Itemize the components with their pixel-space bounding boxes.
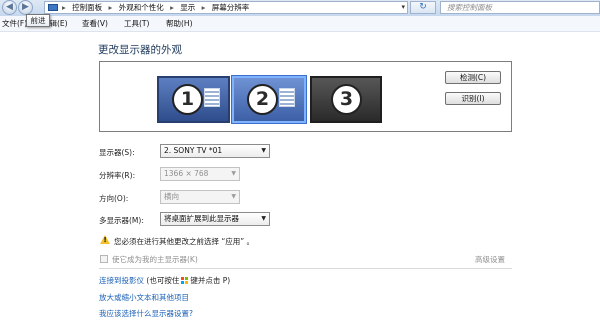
forward-button[interactable]: ▶ (18, 0, 33, 15)
resolution-select: 1366 × 768 ▼ (160, 167, 240, 181)
forward-arrow-icon: ▶ (22, 2, 29, 12)
page-title: 更改显示器的外观 (98, 44, 182, 56)
breadcrumb-separator-icon: ▸ (108, 3, 113, 12)
main-display-label: 使它成为我的主显示器(K) (112, 255, 198, 264)
resolution-value: 1366 × 768 (164, 169, 209, 178)
breadcrumb-separator-icon: ▸ (170, 3, 174, 12)
monitor-number: 1 (172, 84, 203, 115)
monitor-icon (279, 88, 295, 107)
orientation-value: 横向 (164, 192, 179, 201)
breadcrumb-appearance[interactable]: 外观和个性化 (119, 3, 164, 12)
projector-hint-after: 键并点击 P) (190, 276, 231, 285)
refresh-button[interactable]: ↻ (410, 1, 436, 14)
forward-tooltip: 前进 (26, 14, 50, 27)
display-value: 2. SONY TV *01 (164, 146, 223, 155)
dropdown-arrow-icon: ▼ (261, 215, 266, 222)
menu-help[interactable]: 帮助(H) (166, 18, 193, 29)
projector-link-row: 连接到投影仪 (也可按住 键并点击 P) (99, 275, 230, 286)
menu-file[interactable]: 文件(F) (2, 18, 27, 29)
back-arrow-icon: ◀ (6, 2, 13, 12)
identify-button[interactable]: 识别(I) (445, 92, 501, 105)
windows-key-icon (181, 277, 189, 284)
breadcrumb-screen-resolution[interactable]: 屏幕分辨率 (212, 3, 250, 12)
breadcrumb-display[interactable]: 显示 (180, 3, 195, 12)
search-input[interactable]: 搜索控制面板 (440, 1, 600, 14)
control-panel-icon (48, 4, 58, 11)
orientation-select: 横向 ▼ (160, 190, 240, 204)
monitor-2[interactable]: 2 (232, 76, 306, 123)
chevron-down-icon[interactable]: ▾ (401, 2, 405, 13)
connect-projector-link[interactable]: 连接到投影仪 (99, 276, 144, 285)
address-field[interactable]: ▸ 控制面板 ▸ 外观和个性化 ▸ 显示 ▸ 屏幕分辨率 ▾ (44, 1, 408, 14)
display-settings-help-link[interactable]: 我应该选择什么显示器设置? (99, 308, 193, 319)
menu-tools[interactable]: 工具(T) (124, 18, 149, 29)
projector-hint-before: (也可按住 (146, 276, 180, 285)
display-select[interactable]: 2. SONY TV *01 ▼ (160, 144, 270, 158)
breadcrumb: ▸ 控制面板 ▸ 外观和个性化 ▸ 显示 ▸ 屏幕分辨率 (62, 2, 253, 13)
dropdown-arrow-icon: ▼ (231, 193, 236, 200)
menu-view[interactable]: 查看(V) (82, 18, 108, 29)
address-bar: ◀ ▶ ▸ 控制面板 ▸ 外观和个性化 ▸ 显示 ▸ 屏幕分辨率 ▾ ↻ 搜索控… (0, 0, 600, 17)
multiple-displays-label: 多显示器(M): (99, 216, 144, 225)
dropdown-arrow-icon: ▼ (261, 147, 266, 154)
refresh-icon: ↻ (419, 2, 427, 12)
text-size-link[interactable]: 放大或缩小文本和其他项目 (99, 292, 189, 303)
orientation-label: 方向(O): (99, 194, 129, 203)
monitor-icon (204, 88, 220, 107)
monitor-3[interactable]: 3 (310, 76, 382, 123)
divider (99, 268, 512, 269)
main-display-checkbox (100, 255, 108, 263)
menu-bar: 文件(F) 编辑(E) 查看(V) 工具(T) 帮助(H) (0, 16, 600, 32)
display-label: 显示器(S): (99, 148, 135, 157)
dropdown-arrow-icon: ▼ (231, 170, 236, 177)
resolution-label: 分辨率(R): (99, 171, 136, 180)
multiple-displays-select[interactable]: 将桌面扩展到此显示器 ▼ (160, 212, 270, 226)
breadcrumb-separator-icon: ▸ (62, 3, 66, 12)
monitor-number: 3 (331, 84, 362, 115)
breadcrumb-control-panel[interactable]: 控制面板 (72, 3, 102, 12)
monitor-number: 2 (247, 84, 278, 115)
multiple-displays-value: 将桌面扩展到此显示器 (164, 214, 239, 223)
warning-text: 您必须在进行其他更改之前选择 “应用” 。 (114, 237, 255, 246)
monitor-1[interactable]: 1 (157, 76, 230, 123)
advanced-settings-link[interactable]: 高级设置 (475, 254, 505, 265)
detect-button[interactable]: 检测(C) (445, 71, 501, 84)
breadcrumb-separator-icon: ▸ (201, 3, 206, 12)
back-button[interactable]: ◀ (2, 0, 17, 15)
